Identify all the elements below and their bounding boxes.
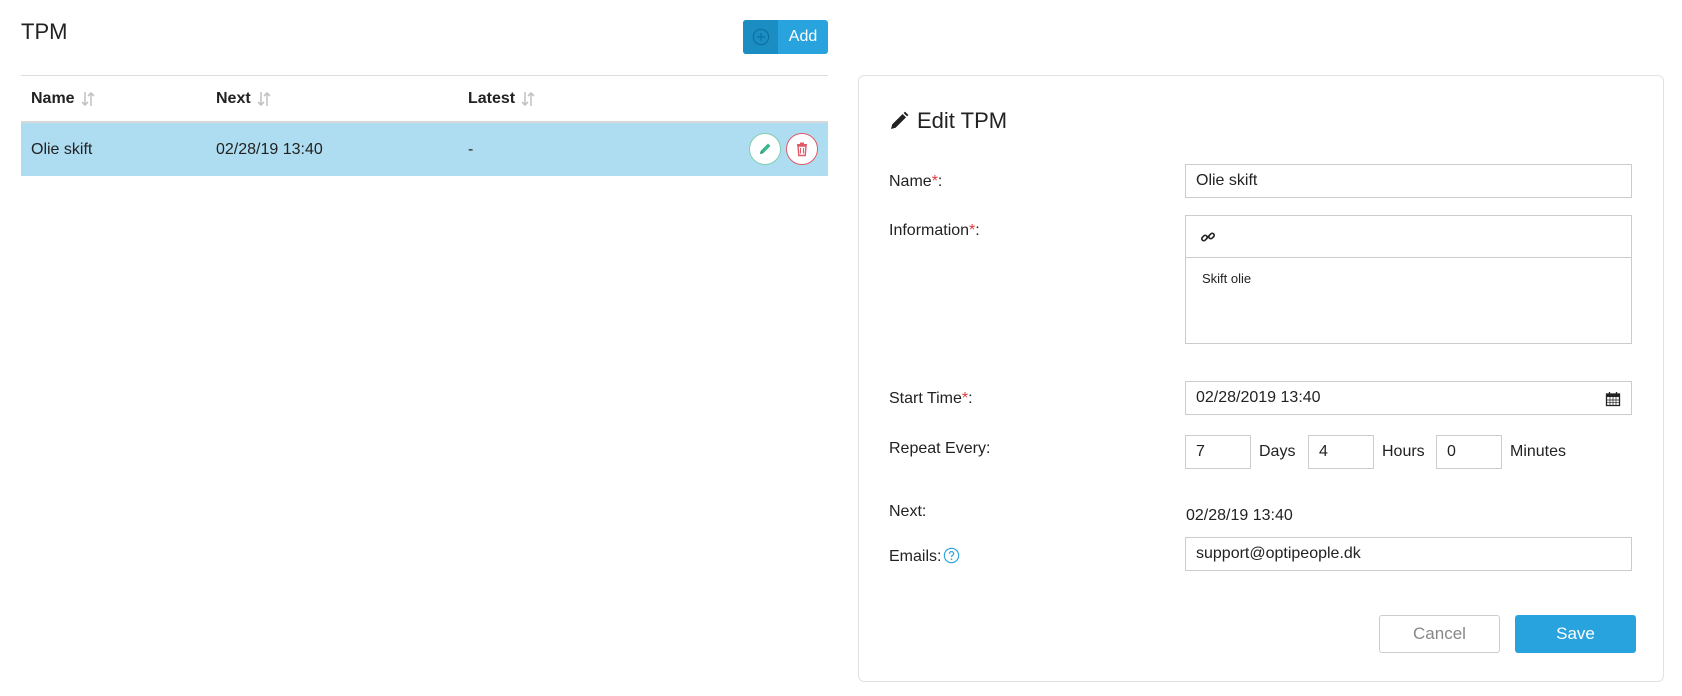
editor-toolbar: [1186, 216, 1631, 258]
repeat-days-input[interactable]: 7: [1185, 435, 1251, 469]
start-time-label: Start Time*:: [889, 390, 973, 407]
sort-icon: [81, 91, 95, 106]
required-mark: *: [961, 390, 969, 407]
table-row[interactable]: Olie skift 02/28/19 13:40 -: [21, 123, 828, 176]
repeat-hours-input[interactable]: 4: [1308, 435, 1374, 469]
required-mark: *: [969, 222, 976, 239]
help-icon[interactable]: [943, 547, 960, 564]
add-button-label: Add: [788, 28, 818, 45]
calendar-icon[interactable]: [1605, 391, 1621, 407]
repeat-every-label: Repeat Every:: [889, 440, 991, 457]
add-button[interactable]: Add: [743, 20, 828, 54]
table-header: Name Next Latest: [21, 76, 828, 123]
sort-icon: [257, 91, 271, 106]
link-icon[interactable]: [1200, 229, 1216, 245]
name-input[interactable]: Olie skift: [1185, 164, 1632, 198]
header-latest-label: Latest: [468, 89, 516, 107]
header-name-label: Name: [31, 89, 75, 107]
next-value: 02/28/19 13:40: [1186, 507, 1293, 524]
next-label: Next:: [889, 503, 927, 520]
panel-title: Edit TPM: [889, 108, 1007, 134]
plus-circle-icon: [752, 28, 769, 46]
days-label: Days: [1259, 443, 1296, 460]
emails-input[interactable]: support@optipeople.dk: [1185, 537, 1632, 571]
minutes-label: Minutes: [1510, 443, 1567, 460]
repeat-minutes-input[interactable]: 0: [1436, 435, 1502, 469]
required-mark: *: [931, 173, 938, 190]
pencil-icon: [891, 111, 909, 129]
row-actions: [749, 133, 818, 165]
sort-icon: [521, 91, 535, 106]
information-editor: Skift olie: [1185, 215, 1632, 344]
start-time-input[interactable]: 02/28/2019 13:40: [1185, 381, 1632, 415]
header-next[interactable]: Next: [216, 90, 271, 108]
hours-label: Hours: [1382, 443, 1425, 460]
header-name[interactable]: Name: [31, 90, 95, 108]
add-icon-container: [743, 20, 778, 54]
save-button[interactable]: Save: [1515, 615, 1636, 653]
panel-title-text: Edit TPM: [917, 108, 1008, 133]
start-time-value: 02/28/2019 13:40: [1196, 389, 1321, 406]
emails-label: Emails:: [889, 547, 960, 566]
name-label-text: Name: [889, 173, 932, 190]
name-label: Name*:: [889, 173, 943, 190]
delete-row-button[interactable]: [786, 133, 818, 165]
header-next-label: Next: [216, 89, 251, 107]
emails-label-text: Emails:: [889, 548, 942, 565]
cell-next: 02/28/19 13:40: [216, 140, 323, 158]
trash-icon: [797, 142, 807, 157]
header-latest[interactable]: Latest: [468, 90, 535, 108]
information-label-text: Information: [889, 222, 970, 239]
cell-name: Olie skift: [31, 140, 93, 158]
cancel-button[interactable]: Cancel: [1379, 615, 1500, 653]
edit-row-button[interactable]: [749, 133, 781, 165]
tpm-table: Name Next Latest Olie skift 02/28/19 13:…: [21, 75, 828, 176]
cell-latest: -: [468, 140, 474, 158]
start-time-label-text: Start Time: [889, 390, 962, 407]
information-label: Information*:: [889, 222, 980, 239]
information-textarea[interactable]: Skift olie: [1186, 258, 1631, 299]
pencil-icon: [760, 143, 771, 154]
edit-panel: Edit TPM Name*: Olie skift Information*:…: [858, 75, 1664, 682]
page-title: TPM: [21, 19, 68, 44]
